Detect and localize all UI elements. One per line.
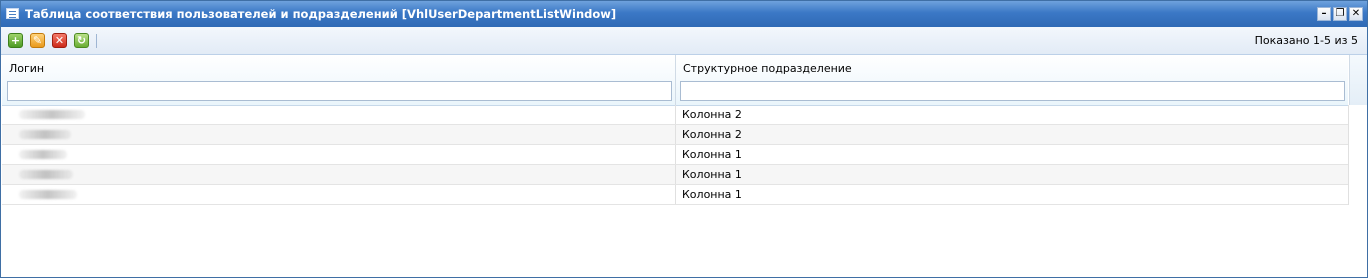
- department-cell: Колонна 1: [682, 148, 742, 161]
- blurred-login: [19, 190, 77, 199]
- add-icon[interactable]: +: [8, 33, 23, 48]
- refresh-icon[interactable]: ↻: [74, 33, 89, 48]
- department-cell: Колонна 1: [682, 188, 742, 201]
- grid-body: Колонна 2 Колонна 2 Колонна 1 Колонна 1 …: [2, 105, 1348, 205]
- column-header-login[interactable]: Логин: [2, 55, 676, 105]
- column-label-department: Структурное подразделение: [683, 62, 852, 75]
- header-scroll-spacer: [1349, 55, 1367, 105]
- delete-icon[interactable]: ✕: [52, 33, 67, 48]
- grid-toolbar: + ✎ ✕ ↻ Показано 1-5 из 5: [1, 27, 1367, 55]
- edit-icon[interactable]: ✎: [30, 33, 45, 48]
- window-title: Таблица соответствия пользователей и под…: [25, 7, 617, 21]
- login-cell: [2, 105, 676, 124]
- grid-right-border: [1348, 105, 1349, 205]
- table-row[interactable]: Колонна 2: [2, 125, 1348, 145]
- user-department-window: Таблица соответствия пользователей и под…: [0, 0, 1368, 278]
- column-header-department[interactable]: Структурное подразделение: [676, 55, 1348, 105]
- department-cell: Колонна 1: [682, 168, 742, 181]
- close-icon[interactable]: ✕: [1349, 7, 1363, 21]
- blurred-login: [19, 110, 85, 119]
- table-row[interactable]: Колонна 1: [2, 185, 1348, 205]
- login-cell: [2, 165, 676, 184]
- grid-header: Логин Структурное подразделение: [2, 55, 1348, 106]
- department-cell: Колонна 2: [682, 128, 742, 141]
- window-controls: – ❐ ✕: [1317, 7, 1363, 21]
- table-row[interactable]: Колонна 1: [2, 145, 1348, 165]
- table-window-icon: [6, 8, 19, 19]
- table-row[interactable]: Колонна 1: [2, 165, 1348, 185]
- column-label-login: Логин: [9, 62, 45, 75]
- login-cell: [2, 145, 676, 164]
- window-titlebar[interactable]: Таблица соответствия пользователей и под…: [1, 1, 1367, 27]
- blurred-login: [19, 170, 73, 179]
- login-cell: [2, 125, 676, 144]
- department-cell: Колонна 2: [682, 108, 742, 121]
- login-cell: [2, 185, 676, 204]
- department-filter-input[interactable]: [680, 81, 1345, 101]
- blurred-login: [19, 130, 71, 139]
- blurred-login: [19, 150, 67, 159]
- paging-info: Показано 1-5 из 5: [1254, 34, 1358, 47]
- toolbar-separator: [96, 34, 97, 48]
- restore-icon[interactable]: ❐: [1333, 7, 1347, 21]
- table-row[interactable]: Колонна 2: [2, 105, 1348, 125]
- minimize-icon[interactable]: –: [1317, 7, 1331, 21]
- login-filter-input[interactable]: [7, 81, 672, 101]
